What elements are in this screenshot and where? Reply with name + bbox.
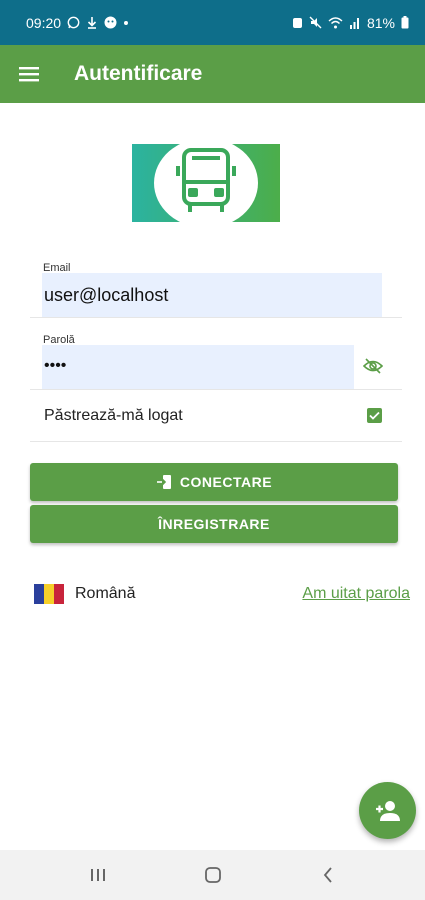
home-icon — [204, 867, 221, 883]
whatsapp-icon — [67, 16, 80, 29]
password-field-group: Parolă •••• — [30, 330, 402, 390]
mute-icon — [309, 16, 322, 29]
app-bar: Autentificare — [0, 45, 425, 103]
back-button[interactable] — [308, 860, 348, 890]
status-bar: 09:20 81% — [0, 0, 425, 45]
register-button[interactable]: ÎNREGISTRARE — [30, 505, 398, 543]
menu-button[interactable] — [18, 63, 40, 85]
recents-icon — [90, 869, 105, 881]
battery-icon — [401, 16, 409, 29]
forgot-password-link[interactable]: Am uitat parola — [302, 585, 410, 603]
romania-flag-icon — [34, 584, 64, 604]
remember-row: Păstrează-mă logat — [30, 390, 402, 442]
app-logo — [132, 138, 280, 228]
login-button[interactable]: CONECTARE — [30, 463, 398, 501]
remember-label: Păstrează-mă logat — [44, 407, 183, 424]
status-left: 09:20 — [26, 15, 129, 31]
add-person-icon — [375, 800, 400, 821]
login-button-label: CONECTARE — [179, 474, 273, 490]
download-icon — [86, 16, 98, 29]
login-icon — [156, 474, 172, 490]
signal-icon — [349, 17, 361, 29]
email-field[interactable]: user@localhost — [42, 273, 382, 317]
menu-icon — [19, 67, 39, 82]
system-nav-bar — [0, 850, 425, 900]
email-field-group: Email user@localhost — [30, 258, 402, 318]
home-button[interactable] — [193, 860, 233, 890]
email-value: user@localhost — [44, 285, 169, 305]
alarm-icon — [292, 16, 303, 29]
dot-icon — [123, 20, 129, 26]
password-field[interactable]: •••• — [42, 345, 354, 389]
status-right: 81% — [292, 15, 409, 31]
register-button-label: ÎNREGISTRARE — [158, 516, 270, 532]
status-time: 09:20 — [26, 14, 62, 31]
password-value: •••• — [44, 357, 67, 374]
remember-checkbox[interactable] — [367, 408, 382, 423]
language-label: Română — [75, 585, 136, 602]
back-icon — [323, 867, 332, 883]
page-title: Autentificare — [74, 62, 203, 85]
add-user-fab[interactable] — [359, 782, 416, 839]
battery-percent: 81% — [366, 14, 395, 31]
eye-off-icon[interactable] — [362, 358, 384, 379]
recents-button[interactable] — [78, 860, 118, 890]
face-icon — [104, 16, 117, 29]
check-icon — [369, 411, 380, 420]
language-selector[interactable]: Română — [34, 584, 135, 604]
wifi-icon — [328, 16, 343, 29]
